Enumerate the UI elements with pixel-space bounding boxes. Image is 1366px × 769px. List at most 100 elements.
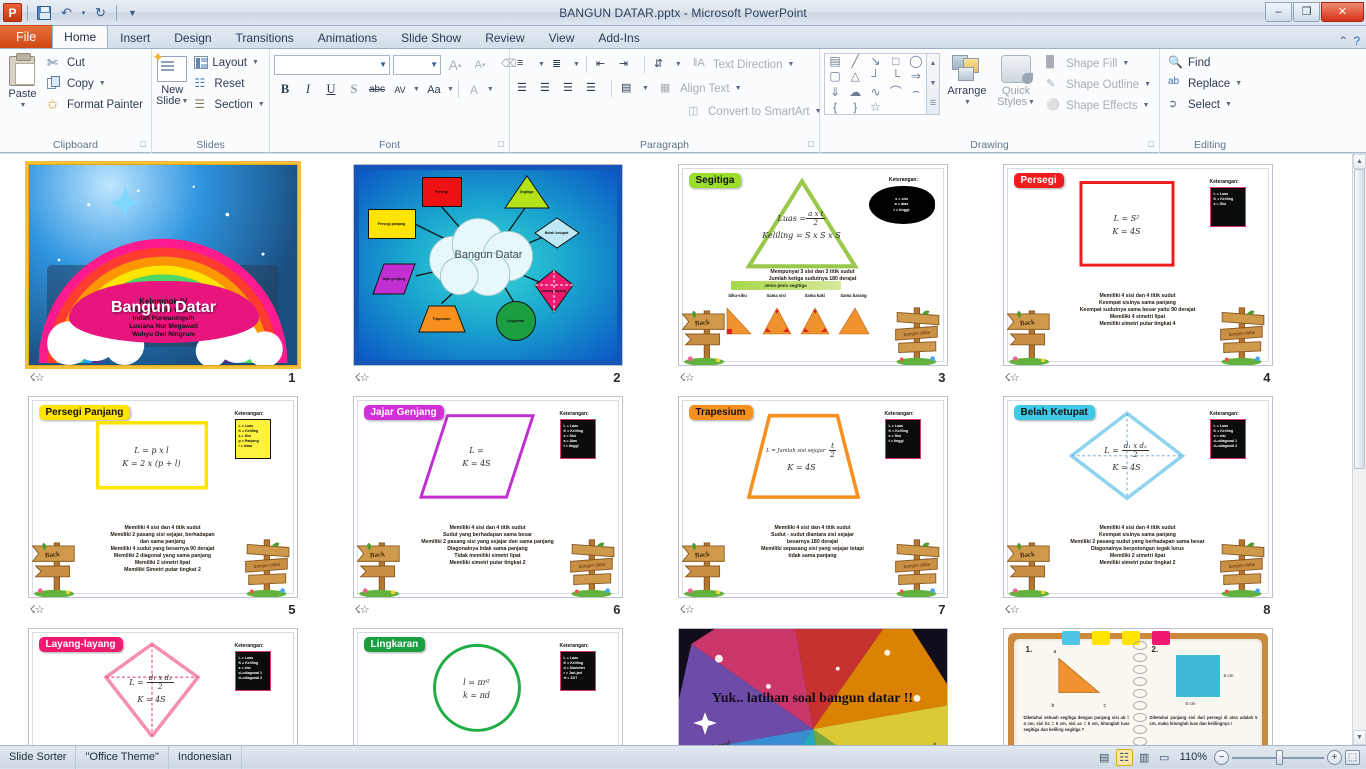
animation-indicator-icon[interactable]: ☇☆	[355, 603, 369, 616]
close-button[interactable]: ✕	[1321, 2, 1364, 22]
undo-dropdown-icon[interactable]: ▾	[79, 2, 88, 23]
tab-animations[interactable]: Animations	[306, 26, 389, 48]
chevron-down-icon[interactable]: ▼	[413, 86, 420, 93]
shape-right-brace-icon[interactable]: }	[853, 100, 857, 114]
decrease-indent-button[interactable]: ⇤	[593, 54, 615, 75]
slide-sorter-view-button[interactable]: ☷	[1116, 749, 1133, 766]
redo-icon[interactable]: ↻	[90, 2, 111, 23]
replace-button[interactable]: ab Replace ▼	[1164, 73, 1246, 94]
clipboard-dialog-launcher[interactable]: □	[138, 139, 148, 149]
cut-button[interactable]: ✄ Cut	[43, 52, 147, 73]
chevron-down-icon[interactable]: ▼	[99, 80, 106, 87]
slide-cell[interactable]: Trapesium L = Jumlah sisi sejajar t 2 K …	[650, 392, 975, 624]
shape-fill-button[interactable]: █ Shape Fill ▼	[1042, 53, 1155, 74]
underline-button[interactable]: U	[320, 79, 342, 100]
chevron-down-icon[interactable]: ▼	[573, 61, 580, 68]
slide-thumbnail[interactable]: Bangun Datar Persegi Segitiga Persegi pa…	[353, 164, 623, 366]
shape-line-icon[interactable]: ╱	[852, 54, 859, 68]
slide-cell[interactable]: Segitiga Luas = a x t2 Keliling = S x S …	[650, 160, 975, 392]
character-spacing-button[interactable]: AV	[389, 79, 411, 100]
chevron-down-icon[interactable]: ▼	[538, 61, 545, 68]
animation-indicator-icon[interactable]: ☇☆	[1005, 603, 1019, 616]
justify-button[interactable]: ☰	[583, 78, 605, 99]
shape-textbox-icon[interactable]: ▤	[829, 54, 840, 68]
paragraph-dialog-launcher[interactable]: □	[806, 139, 816, 149]
shape-cloud-icon[interactable]: ☁	[849, 85, 861, 99]
scrollbar-thumb[interactable]	[1354, 169, 1365, 469]
zoom-in-button[interactable]: +	[1327, 750, 1342, 765]
slide-grid[interactable]: Kelompok IV Digasti Dwita YuliantiIndah …	[0, 154, 1352, 745]
slide-cell[interactable]: Persegi Panjang L = p x l K = 2 x (p + l…	[0, 392, 325, 624]
normal-view-button[interactable]: ▤	[1096, 749, 1113, 766]
shape-rounded-rect-icon[interactable]: ▢	[829, 69, 840, 83]
bold-button[interactable]: B	[274, 79, 296, 100]
section-button[interactable]: ☰ Section ▼	[190, 94, 268, 115]
shape-elbow-arrow-icon[interactable]: └	[891, 69, 900, 83]
font-dialog-launcher[interactable]: □	[496, 139, 506, 149]
format-painter-button[interactable]: ✩ Format Painter	[43, 94, 147, 115]
zoom-out-button[interactable]: −	[1214, 750, 1229, 765]
slide-thumbnail[interactable]: Jajar Genjang L = K = 4S Keterangan: L =…	[353, 396, 623, 598]
chevron-down-icon[interactable]: ▼	[426, 60, 438, 69]
scroll-down-button[interactable]: ▼	[1353, 730, 1366, 745]
align-right-button[interactable]: ☰	[560, 78, 582, 99]
tab-transitions[interactable]: Transitions	[224, 26, 306, 48]
strikethrough-button[interactable]: abc	[366, 79, 388, 100]
tab-insert[interactable]: Insert	[108, 26, 162, 48]
tab-slide-show[interactable]: Slide Show	[389, 26, 473, 48]
arrange-button[interactable]: Arrange ▼	[940, 53, 994, 108]
animation-indicator-icon[interactable]: ☇☆	[355, 371, 369, 384]
shape-oval-icon[interactable]: ◯	[909, 54, 922, 68]
chevron-down-icon[interactable]: ▼	[675, 61, 682, 68]
select-button[interactable]: ➲ Select ▼	[1164, 94, 1246, 115]
tab-file[interactable]: File	[0, 25, 52, 48]
numbering-button[interactable]: ≣	[549, 54, 571, 75]
font-color-button[interactable]: A	[463, 79, 485, 100]
text-shadow-button[interactable]: S	[343, 79, 365, 100]
shape-star-icon[interactable]: ☆	[870, 100, 881, 114]
slide-thumbnail[interactable]: Kelompok IV Digasti Dwita YuliantiIndah …	[28, 164, 298, 366]
animation-indicator-icon[interactable]: ☇☆	[680, 603, 694, 616]
shape-outline-button[interactable]: ✎ Shape Outline ▼	[1042, 74, 1155, 95]
help-icon[interactable]: ?	[1353, 34, 1360, 48]
find-button[interactable]: 🔍 Find	[1164, 52, 1246, 73]
align-text-button[interactable]: ▦ Align Text ▼	[656, 78, 746, 99]
chevron-down-icon[interactable]: ▼	[642, 85, 649, 92]
shape-arc-icon[interactable]: ⌒	[890, 83, 902, 100]
text-direction-button[interactable]: ‖A Text Direction ▼	[689, 54, 799, 75]
animation-indicator-icon[interactable]: ☇☆	[680, 371, 694, 384]
animation-indicator-icon[interactable]: ☇☆	[1005, 371, 1019, 384]
slide-cell[interactable]: Belah Ketupat L = d₁ x d₂ 2 K = 4S Keter…	[975, 392, 1300, 624]
slide-cell[interactable]: Persegi L = S² K = 4S Keterangan: L = Lu…	[975, 160, 1300, 392]
font-size-input[interactable]: ▼	[393, 55, 441, 75]
minimize-ribbon-icon[interactable]: ⌃	[1338, 34, 1348, 48]
shape-curve-icon[interactable]: ⌢	[912, 84, 920, 99]
layout-button[interactable]: Layout ▼	[190, 52, 268, 73]
shapes-gallery[interactable]: ▤ ╱ ↘ □ ◯ ▢ △ ┘ └ ⇒ ⇓ ☁ ∿ ⌒ ⌢ { }	[824, 53, 940, 115]
fit-to-window-button[interactable]: ⬚	[1345, 750, 1360, 765]
slide-thumbnail[interactable]: Yuk.. latihan soal bangun datar !! Conto…	[678, 628, 948, 745]
slide-cell[interactable]: Yuk.. latihan soal bangun datar !! Conto…	[650, 624, 975, 745]
shape-arrow-icon[interactable]: ↘	[870, 54, 880, 68]
slide-thumbnail[interactable]: Lingkaran l = πr² k = πd Keterangan: L =…	[353, 628, 623, 745]
save-icon[interactable]	[33, 2, 54, 23]
gallery-more-icon[interactable]: ☰	[930, 94, 936, 114]
slide-cell[interactable]: Layang-layang L = d₁ x d₂ 2 K = 4S Keter…	[0, 624, 325, 745]
increase-indent-button[interactable]: ⇥	[616, 54, 638, 75]
change-case-button[interactable]: Aa	[423, 79, 445, 100]
align-center-button[interactable]: ☰	[537, 78, 559, 99]
tab-view[interactable]: View	[537, 26, 587, 48]
chevron-down-icon[interactable]: ▼	[447, 86, 454, 93]
tab-design[interactable]: Design	[162, 26, 223, 48]
shape-down-arrow-icon[interactable]: ⇓	[830, 85, 840, 99]
quick-styles-button[interactable]: Quick Styles▼	[994, 53, 1038, 108]
undo-icon[interactable]: ↶	[56, 2, 77, 23]
scroll-up-button[interactable]: ▲	[1353, 154, 1366, 169]
copy-button[interactable]: Copy ▼	[43, 73, 147, 94]
reset-button[interactable]: ☷ Reset	[190, 73, 268, 94]
shape-scribble-icon[interactable]: ∿	[870, 85, 880, 99]
slide-thumbnail[interactable]: Persegi L = S² K = 4S Keterangan: L = Lu…	[1003, 164, 1273, 366]
slide-thumbnail[interactable]: Persegi Panjang L = p x l K = 2 x (p + l…	[28, 396, 298, 598]
shrink-font-button[interactable]: A▾	[469, 54, 491, 75]
slide-thumbnail[interactable]: Trapesium L = Jumlah sisi sejajar t 2 K …	[678, 396, 948, 598]
